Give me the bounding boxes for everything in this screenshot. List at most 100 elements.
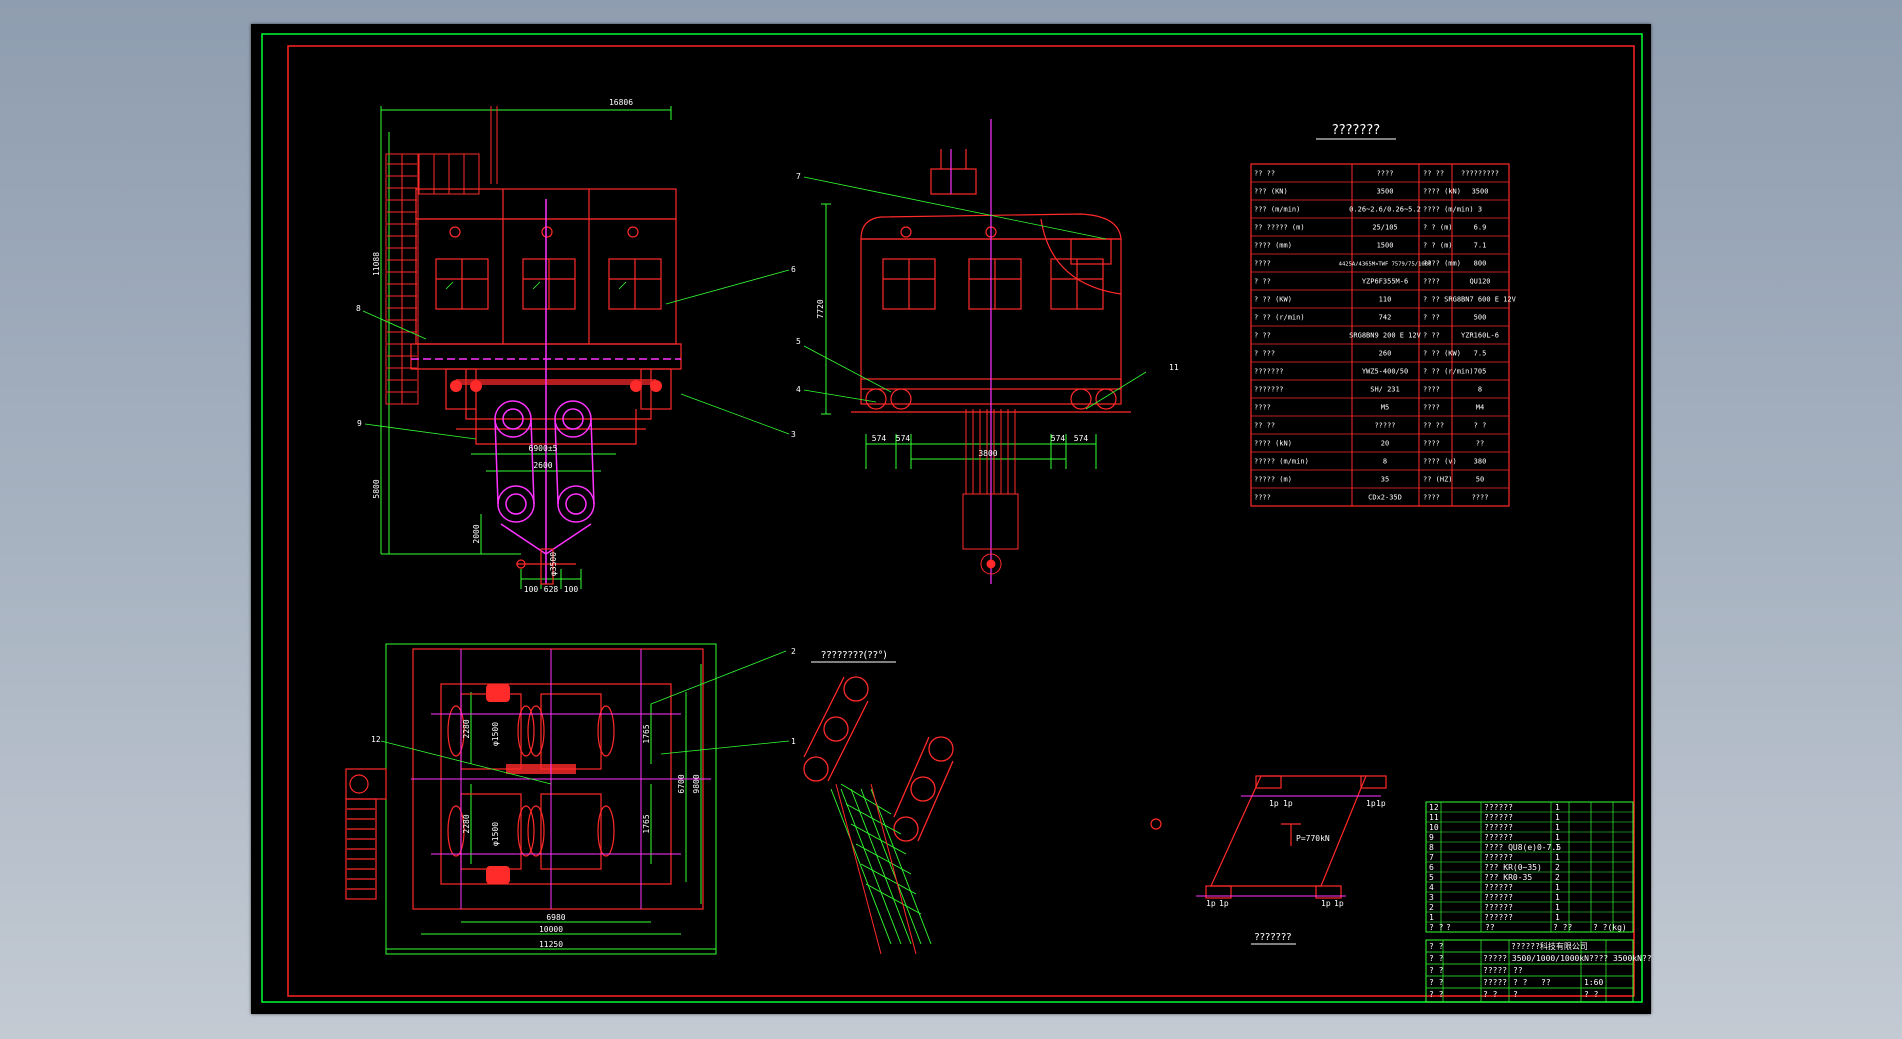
dim-side-mid: 3800 <box>978 449 997 458</box>
param-cell: YZP6F355M-6 <box>1362 278 1408 286</box>
bom-cell: ?????? <box>1484 853 1513 862</box>
rope-diagram-title: ????????(??°) <box>821 650 887 661</box>
bom-header-cell: ? ?(kg) <box>1593 923 1627 932</box>
bom-cell: 1 <box>1555 903 1560 912</box>
param-cell: ???? (mm) <box>1254 242 1292 250</box>
param-cell: ??????? <box>1254 368 1284 376</box>
param-table-title: ??????? <box>1332 123 1380 138</box>
bom-cell: 1 <box>1555 803 1560 812</box>
dim-front-width: 16806 <box>609 98 633 107</box>
param-cell: ? ?? (r/min) <box>1423 368 1474 376</box>
tb-field-8: ? <box>1513 990 1518 999</box>
param-cell: ?? <box>1476 440 1484 448</box>
dim-plan-h3: 2280 <box>462 814 471 833</box>
param-cell: ???? <box>1377 170 1394 178</box>
plan-view <box>345 643 790 955</box>
side-view <box>803 119 1147 584</box>
param-cell: ???? <box>1472 494 1489 502</box>
param-cell: ???? <box>1423 404 1440 412</box>
tb-field-9: ? ? <box>1584 990 1599 999</box>
param-cell: 20 <box>1381 440 1389 448</box>
param-cell: YZR160L-6 <box>1461 332 1499 340</box>
param-cell: ?? (HZ) <box>1423 476 1453 484</box>
param-cell: ??? (m/min) <box>1254 206 1300 214</box>
bom-cell: 1 <box>1555 823 1560 832</box>
bom-cell: ?????? <box>1484 813 1513 822</box>
dim-hook-w2: 628 <box>544 585 559 594</box>
param-cell: 742 <box>1379 314 1392 322</box>
dim-hook-w3: 100 <box>564 585 579 594</box>
load-pt-4: 1p <box>1366 799 1376 808</box>
bom-cell: 2 <box>1555 873 1560 882</box>
param-cell: M5 <box>1381 404 1389 412</box>
bom-header-cell: ? ?? <box>1553 923 1572 932</box>
tb-row-2: ? ? <box>1429 954 1444 963</box>
load-pt-1: 1p <box>1269 799 1279 808</box>
bom-cell: ?????? <box>1484 803 1513 812</box>
param-cell: ???? <box>1254 494 1271 502</box>
bom-cell: 1 <box>1555 813 1560 822</box>
tb-field-7: ? ? <box>1483 990 1498 999</box>
bom-cell: 6 <box>1429 863 1434 872</box>
title-drawing: ????? 3500/1000/1000kN???? 3500kN????组装图 <box>1483 953 1651 963</box>
param-cell: ???? (kN) <box>1423 188 1461 196</box>
bom-cell: 1 <box>1555 893 1560 902</box>
param-cell: 1500 <box>1377 242 1394 250</box>
param-cell: 705 <box>1474 368 1487 376</box>
load-pt-7: 1p <box>1321 899 1331 908</box>
outer-border <box>261 33 1643 1003</box>
dim-lower-height: 5800 <box>372 479 381 498</box>
param-cell: ? ?? <box>1254 332 1271 340</box>
load-pt-2: 1p <box>1283 799 1293 808</box>
bom-cell: ?????? <box>1484 823 1513 832</box>
bom-cell: ?????? <box>1484 883 1513 892</box>
bom-cell: 1 <box>1555 853 1560 862</box>
param-cell: 110 <box>1379 296 1392 304</box>
callout-7: 7 <box>796 172 801 181</box>
callout-1-side: 11 <box>1169 363 1179 372</box>
param-cell: ????? (m) <box>1254 476 1292 484</box>
param-cell: ??????? <box>1254 386 1284 394</box>
callout-2: 2 <box>791 647 796 656</box>
dim-side-d1: 574 <box>872 434 887 443</box>
param-cell: SRG8BN9 200 E 12V <box>1349 332 1421 340</box>
tb-field-1: ????? <box>1483 966 1507 975</box>
bom-cell: ?????? <box>1484 893 1513 902</box>
param-cell: ?? ?? <box>1254 170 1275 178</box>
load-pt-8: 1p <box>1334 899 1344 908</box>
drawing-sheet: 16806 11088 5800 2000 6900±5 2600 100 62… <box>251 24 1651 1014</box>
param-cell: ? ?? <box>1423 314 1440 322</box>
bom-cell: 1 <box>1429 913 1434 922</box>
param-cell: 50 <box>1476 476 1484 484</box>
param-cell: SH/ 231 <box>1370 386 1400 394</box>
param-cell: ?? ????? (m) <box>1254 224 1305 232</box>
param-cell: 3 <box>1478 206 1482 214</box>
dim-plan-h2: 1765 <box>642 724 651 743</box>
load-pt-5: 1p <box>1206 899 1216 908</box>
param-cell: 35 <box>1381 476 1389 484</box>
bom-cell: ?????? <box>1484 833 1513 842</box>
param-cell: ?? ?? <box>1423 170 1444 178</box>
bom-cell: 1 <box>1555 913 1560 922</box>
rope-diagram <box>803 661 954 955</box>
tb-field-2: ?? <box>1513 966 1523 975</box>
bom-table <box>1425 801 1634 1003</box>
param-cell: ???? <box>1423 386 1440 394</box>
bom-cell: ?????? <box>1484 903 1513 912</box>
param-cell: ???? <box>1423 440 1440 448</box>
param-cell: 25/105 <box>1372 224 1397 232</box>
bom-cell: 4 <box>1429 883 1434 892</box>
param-cell: ????????? <box>1461 170 1499 178</box>
title-company: ??????科技有限公司 <box>1511 941 1588 951</box>
param-cell: ???? <box>1254 260 1271 268</box>
load-force-label: P=770kN <box>1296 834 1330 843</box>
param-cell: 3500 <box>1472 188 1489 196</box>
callout-12: 12 <box>371 735 381 744</box>
dim-side-height: 7720 <box>816 299 825 318</box>
tb-field-6: 1:60 <box>1584 978 1603 987</box>
param-cell: SRG8BN7 600 E 12V <box>1444 296 1516 304</box>
dim-plan-h5: 6700 <box>677 774 686 793</box>
param-cell: QU120 <box>1469 278 1490 286</box>
tb-field-4: ? ? <box>1513 978 1528 987</box>
dim-plan-d2: φ1500 <box>491 822 500 846</box>
